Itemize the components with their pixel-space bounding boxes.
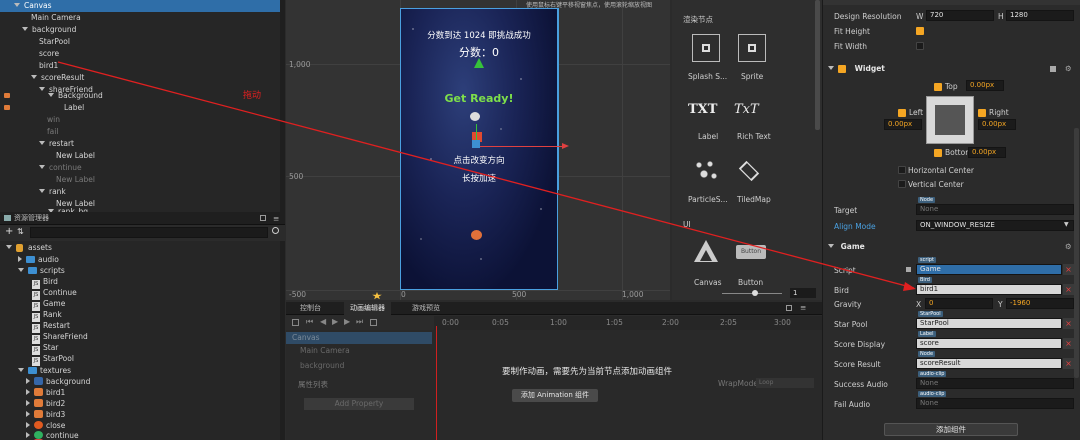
drag-arrow-line xyxy=(57,61,915,289)
drag-arrow xyxy=(57,61,916,291)
drag-arrow-head xyxy=(903,282,916,291)
